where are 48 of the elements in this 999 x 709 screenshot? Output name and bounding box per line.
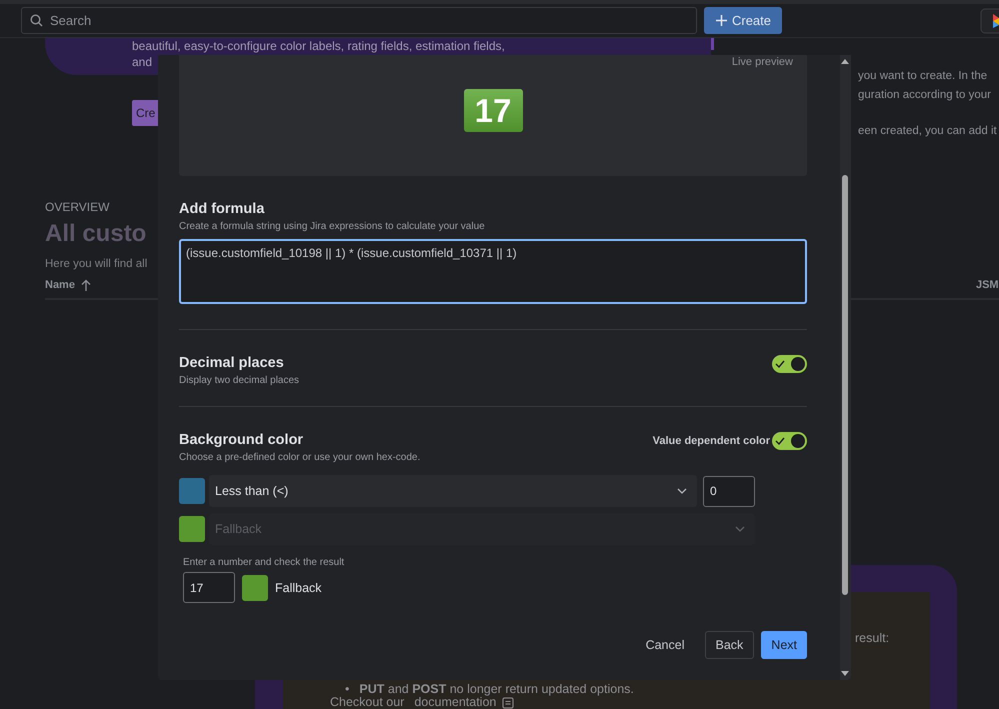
section-label: OVERVIEW: [45, 200, 110, 214]
column-header[interactable]: Name: [45, 279, 75, 291]
description-text: you want to create. In the: [858, 69, 988, 84]
formula-field[interactable]: (issue.customfield_10198 || 1) * (issue.customfield_10371 || 1): [179, 239, 807, 304]
description-text: een created, you can add it: [858, 124, 997, 139]
column-header[interactable]: JSM: [976, 279, 999, 291]
checkmark-icon: [774, 359, 786, 369]
bullet-marker: •: [345, 682, 350, 696]
dialog-button[interactable]: Cancel: [636, 631, 694, 659]
section-title: Background color: [179, 432, 304, 448]
dialog-button[interactable]: Next: [761, 631, 807, 659]
toggle-label: Value dependent color: [652, 435, 770, 447]
intro-text: Here you will find all: [45, 258, 148, 270]
documentation-link[interactable]: documentation: [414, 696, 514, 709]
toggle-switch[interactable]: [772, 355, 807, 373]
sort-arrow-icon[interactable]: [80, 278, 91, 292]
create-button[interactable]: Create: [704, 7, 782, 34]
checkmark-icon: [774, 436, 786, 446]
chevron-down-icon: [677, 488, 687, 494]
test-number-field[interactable]: 17: [183, 572, 235, 603]
section-description: Choose a pre-defined color or use your own hex-code.: [179, 452, 420, 463]
value-badge: 17: [464, 89, 522, 132]
section-title: Decimal places: [179, 355, 285, 371]
section-description: Create a formula string using Jira expressions to calculate your value: [179, 221, 486, 232]
chevron-down-icon: [735, 526, 745, 532]
bullet-text: PUT and POST no longer return updated options.: [359, 682, 634, 696]
toggle-switch[interactable]: [772, 432, 807, 450]
banner-text: and: [132, 54, 154, 70]
dialog-button[interactable]: Back: [704, 631, 754, 659]
info-text: Checkout our: [330, 696, 404, 709]
app-logo-icon[interactable]: [980, 8, 999, 34]
page-heading: All custo: [45, 220, 146, 248]
banner-text: beautiful, easy-to-configure color labels, rating fields, estimation fields,: [132, 38, 506, 54]
search-icon: [30, 14, 43, 27]
result-text: Fallback: [275, 580, 322, 594]
scrollbar[interactable]: [840, 55, 851, 680]
plus-icon: [714, 14, 728, 27]
preview-label: Live preview: [732, 56, 793, 68]
operator-dropdown[interactable]: Less than (<): [209, 475, 697, 507]
info-text: result:: [855, 631, 890, 645]
threshold-field[interactable]: 0: [703, 476, 755, 506]
test-label: Enter a number and check the result: [183, 557, 346, 568]
description-text: guration according to your: [858, 88, 992, 103]
section-title: Add formula: [179, 201, 266, 217]
color-swatch[interactable]: [179, 478, 205, 504]
search-field[interactable]: Search: [21, 7, 697, 34]
section-description: Display two decimal places: [179, 375, 300, 386]
document-icon: [502, 696, 514, 708]
